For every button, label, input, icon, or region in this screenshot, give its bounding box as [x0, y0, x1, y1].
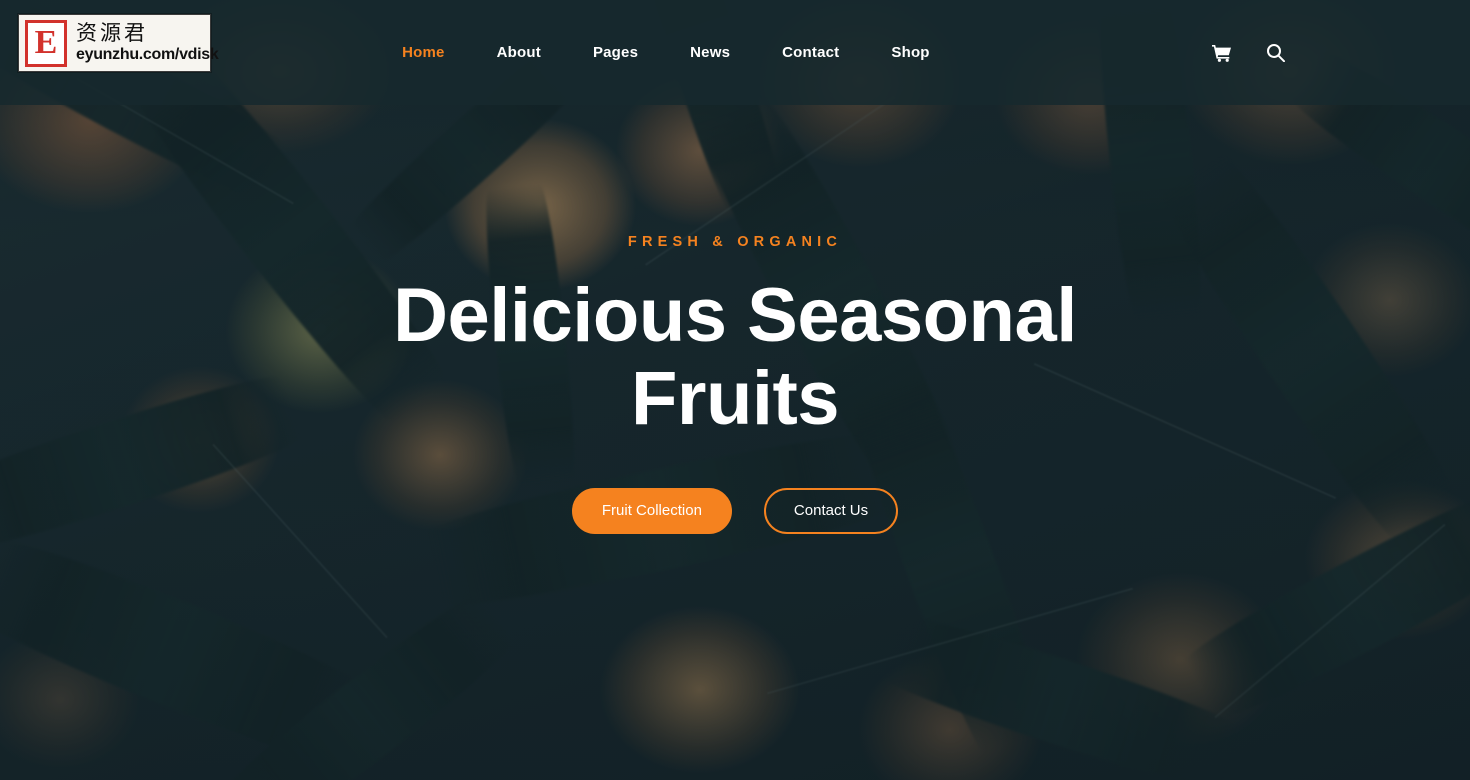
nav-item-about[interactable]: About	[471, 44, 567, 61]
nav-item-pages[interactable]: Pages	[567, 44, 664, 61]
main-navigation: Home About Pages News Contact Shop	[376, 44, 956, 61]
watermark-logo-letter: E	[28, 22, 64, 64]
hero-eyebrow: FRESH & ORGANIC	[627, 234, 843, 251]
nav-item-shop[interactable]: Shop	[865, 44, 955, 61]
nav-item-news[interactable]: News	[664, 44, 756, 61]
fruit-collection-button[interactable]: Fruit Collection	[571, 487, 732, 534]
hero-title: Delicious Seasonal Fruits	[393, 273, 1077, 441]
watermark-chinese-text: 资源君	[76, 21, 148, 46]
contact-us-button[interactable]: Contact Us	[763, 487, 899, 534]
hero-section: Fruitkha Fresh Fruits Online Home About …	[0, 0, 1470, 780]
site-header: Fruitkha Fresh Fruits Online Home About …	[0, 0, 1470, 105]
watermark-url: eyunzhu.com/vdisk	[76, 46, 219, 64]
header-icon-group	[1212, 43, 1285, 63]
cart-icon[interactable]	[1212, 43, 1232, 63]
nav-item-home[interactable]: Home	[376, 44, 470, 61]
watermark-logo-icon: E	[25, 19, 67, 67]
hero-content: FRESH & ORGANIC Delicious Seasonal Fruit…	[0, 0, 1470, 780]
nav-item-contact[interactable]: Contact	[756, 44, 865, 61]
search-icon[interactable]	[1265, 43, 1285, 63]
watermark-overlay: E 资源君 eyunzhu.com/vdisk	[18, 14, 219, 72]
hero-button-row: Fruit Collection Contact Us	[571, 487, 899, 534]
